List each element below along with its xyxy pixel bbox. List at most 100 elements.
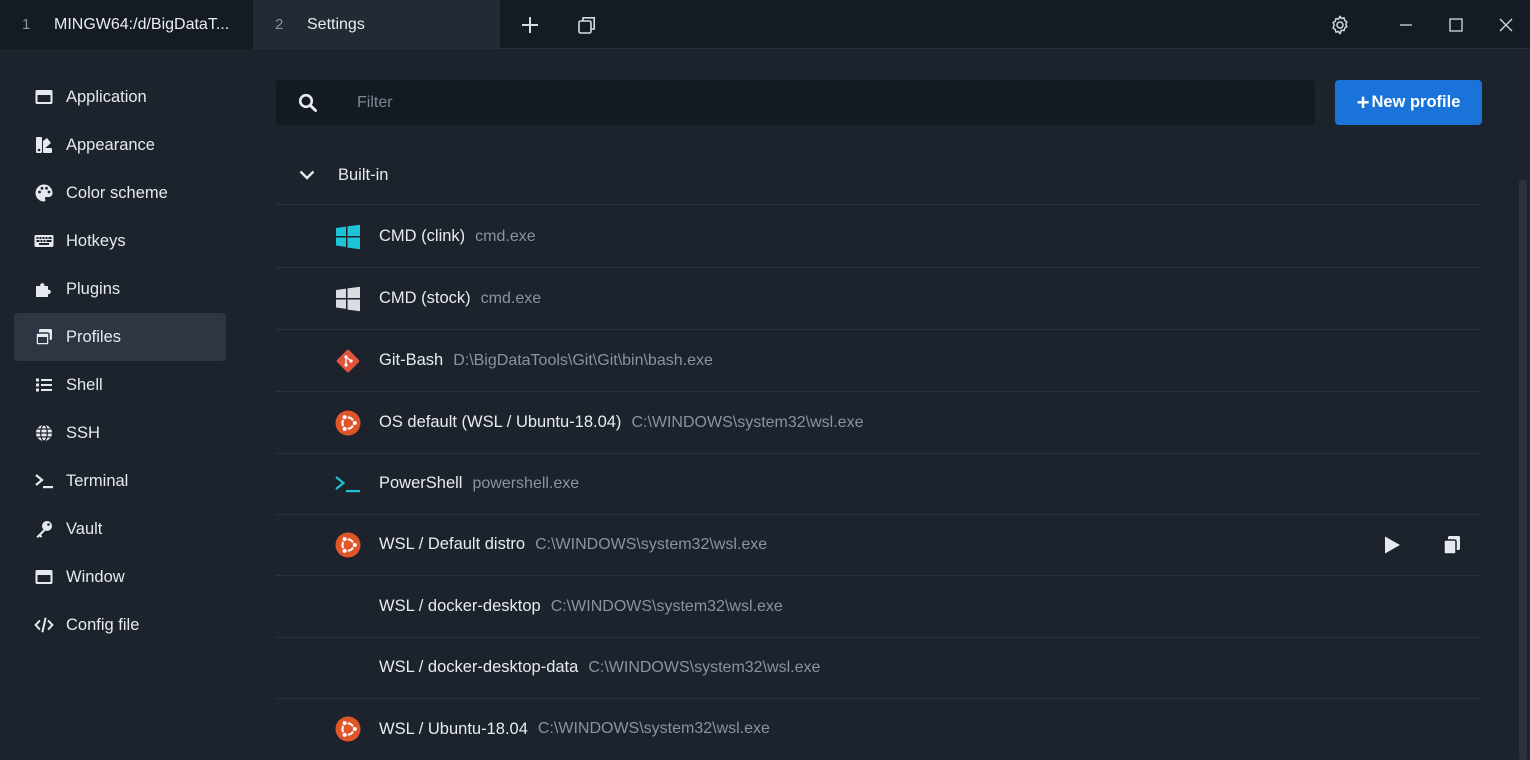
maximize-button[interactable] bbox=[1431, 0, 1481, 49]
sidebar-item-appearance[interactable]: Appearance bbox=[14, 121, 226, 169]
sidebar-item-window[interactable]: Window bbox=[14, 553, 226, 601]
duplicate-profile-button[interactable] bbox=[1422, 535, 1482, 555]
sidebar-item-config-file[interactable]: Config file bbox=[14, 601, 226, 649]
ubuntu-icon bbox=[335, 716, 361, 742]
profile-path: cmd.exe bbox=[480, 289, 542, 307]
sidebar-item-label: SSH bbox=[66, 423, 100, 442]
powershell-icon bbox=[335, 471, 361, 497]
tab-terminal[interactable]: 1 MINGW64:/d/BigDataT... bbox=[0, 0, 253, 49]
profile-path: C:\WINDOWS\system32\wsl.exe bbox=[631, 413, 864, 431]
sidebar-item-label: Color scheme bbox=[66, 183, 168, 202]
key-icon bbox=[14, 519, 66, 539]
profile-row[interactable]: Git-Bash D:\BigDataTools\Git\Git\bin\bas… bbox=[276, 330, 1482, 392]
profile-name: CMD (clink) bbox=[379, 227, 466, 245]
profile-name: WSL / Ubuntu-18.04 bbox=[379, 719, 528, 738]
profile-path: C:\WINDOWS\system32\wsl.exe bbox=[537, 720, 770, 737]
sidebar-item-terminal[interactable]: Terminal bbox=[14, 457, 226, 505]
sidebar-item-label: Hotkeys bbox=[66, 231, 126, 250]
plus-icon: + bbox=[1356, 89, 1370, 115]
minimize-button[interactable] bbox=[1381, 0, 1431, 49]
profile-name: WSL / Default distro bbox=[379, 535, 526, 553]
sidebar-item-label: Shell bbox=[66, 375, 103, 394]
gear-icon bbox=[1332, 15, 1348, 34]
swatches-icon bbox=[14, 135, 66, 155]
sidebar-item-hotkeys[interactable]: Hotkeys bbox=[14, 217, 226, 265]
play-icon bbox=[1385, 536, 1400, 554]
profile-row[interactable]: CMD (clink) cmd.exe bbox=[276, 206, 1482, 268]
sidebar-item-label: Appearance bbox=[66, 135, 155, 154]
launch-profile-button[interactable] bbox=[1362, 535, 1422, 555]
palette-icon bbox=[14, 183, 66, 203]
list-icon bbox=[14, 375, 66, 395]
copy-icon bbox=[1443, 536, 1460, 555]
profile-path: C:\WINDOWS\system32\wsl.exe bbox=[550, 597, 783, 615]
sidebar-item-shell[interactable]: Shell bbox=[14, 361, 226, 409]
ubuntu-icon bbox=[335, 532, 361, 558]
profile-row[interactable]: WSL / Default distro C:\WINDOWS\system32… bbox=[276, 514, 1482, 576]
tab-number: 1 bbox=[22, 16, 31, 33]
filter-bar bbox=[276, 80, 1315, 125]
tabs-menu-button[interactable] bbox=[562, 0, 612, 49]
sidebar-item-ssh[interactable]: SSH bbox=[14, 409, 226, 457]
chevron-down-icon bbox=[276, 170, 338, 180]
close-button[interactable] bbox=[1481, 0, 1530, 49]
search-icon bbox=[276, 93, 340, 113]
profile-row[interactable]: WSL / Ubuntu-18.04 C:\WINDOWS\system32\w… bbox=[276, 698, 1482, 760]
minimize-icon bbox=[1400, 23, 1412, 26]
profile-row[interactable]: CMD (stock) cmd.exe bbox=[276, 268, 1482, 330]
tab-settings[interactable]: 2 Settings bbox=[253, 0, 500, 49]
settings-sidebar: Application Appearance Color scheme Hotk… bbox=[14, 73, 226, 649]
profile-row[interactable]: WSL / docker-desktop-data C:\WINDOWS\sys… bbox=[276, 637, 1482, 699]
sidebar-item-label: Application bbox=[66, 87, 147, 106]
plus-icon bbox=[522, 16, 538, 33]
code-icon bbox=[14, 615, 66, 635]
title-bar: 1 MINGW64:/d/BigDataT... 2 Settings bbox=[0, 0, 1530, 49]
window-icon bbox=[14, 87, 66, 107]
sidebar-item-vault[interactable]: Vault bbox=[14, 505, 226, 553]
tabs-icon bbox=[578, 16, 595, 34]
profile-row[interactable]: PowerShell powershell.exe bbox=[276, 453, 1482, 515]
tab-label: MINGW64:/d/BigDataT... bbox=[54, 15, 230, 33]
sidebar-item-label: Plugins bbox=[66, 279, 121, 298]
new-profile-label: New profile bbox=[1371, 93, 1461, 111]
profile-path: powershell.exe bbox=[472, 474, 580, 492]
profile-row[interactable]: OS default (WSL / Ubuntu-18.04) C:\WINDO… bbox=[276, 392, 1482, 454]
sidebar-item-application[interactable]: Application bbox=[14, 73, 226, 121]
profile-row[interactable]: WSL / docker-desktop C:\WINDOWS\system32… bbox=[276, 576, 1482, 638]
profile-name: WSL / docker-desktop bbox=[379, 597, 541, 615]
profile-name: Git-Bash bbox=[379, 351, 444, 369]
settings-button[interactable] bbox=[1315, 0, 1365, 49]
filter-input[interactable] bbox=[357, 93, 1257, 112]
git-icon bbox=[335, 348, 361, 374]
windows-stack-icon bbox=[14, 327, 66, 347]
sidebar-item-color-scheme[interactable]: Color scheme bbox=[14, 169, 226, 217]
profile-path: C:\WINDOWS\system32\wsl.exe bbox=[535, 535, 768, 553]
terminal-icon bbox=[14, 471, 66, 491]
new-tab-button[interactable] bbox=[505, 0, 555, 49]
tab-label: Settings bbox=[307, 15, 365, 33]
profile-path: D:\BigDataTools\Git\Git\bin\bash.exe bbox=[453, 351, 713, 369]
windows-logo-icon bbox=[335, 224, 361, 250]
profile-name: WSL / docker-desktop-data bbox=[379, 658, 579, 676]
sidebar-item-profiles[interactable]: Profiles bbox=[14, 313, 226, 361]
puzzle-icon bbox=[14, 279, 66, 299]
group-label: Built-in bbox=[338, 165, 389, 184]
sidebar-item-plugins[interactable]: Plugins bbox=[14, 265, 226, 313]
globe-icon bbox=[14, 423, 66, 443]
sidebar-item-label: Profiles bbox=[66, 327, 122, 346]
maximize-icon bbox=[1449, 17, 1463, 32]
new-profile-button[interactable]: + New profile bbox=[1335, 80, 1482, 125]
ubuntu-icon bbox=[335, 410, 361, 436]
sidebar-item-label: Terminal bbox=[66, 471, 129, 490]
profile-name: CMD (stock) bbox=[379, 289, 471, 307]
row-actions bbox=[1362, 514, 1482, 576]
sidebar-item-label: Config file bbox=[66, 615, 140, 634]
close-icon bbox=[1499, 18, 1513, 31]
group-header-built-in[interactable]: Built-in bbox=[276, 146, 1482, 205]
profile-path: cmd.exe bbox=[475, 227, 536, 245]
windows-logo-icon bbox=[335, 286, 361, 312]
keyboard-icon bbox=[14, 231, 66, 251]
scrollbar[interactable] bbox=[1519, 180, 1527, 760]
tab-number: 2 bbox=[275, 16, 284, 33]
profile-name: OS default (WSL / Ubuntu-18.04) bbox=[379, 413, 622, 431]
